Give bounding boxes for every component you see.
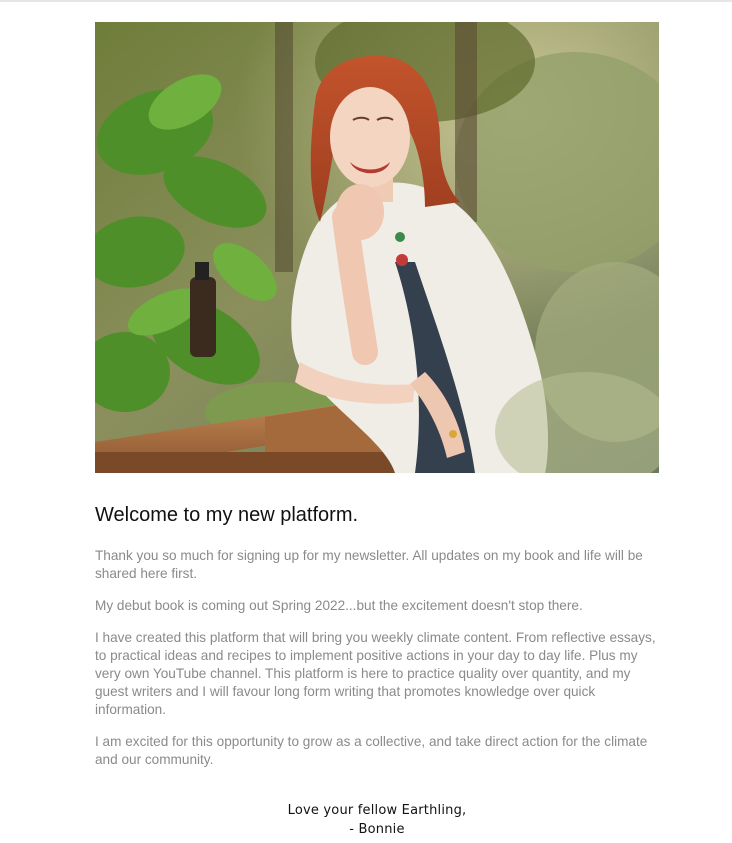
- signoff-line: Love your fellow Earthling,: [287, 803, 467, 818]
- signoff-name: - Bonnie: [349, 822, 405, 837]
- signoff: Love your fellow Earthling, - Bonnie: [95, 801, 659, 839]
- welcome-heading: Welcome to my new platform.: [95, 504, 359, 526]
- email-body: Welcome to my new platform. Thank you so…: [95, 502, 659, 769]
- paragraph-platform-description: I have created this platform that will b…: [95, 630, 656, 717]
- paragraph-community: I am excited for this opportunity to gro…: [95, 734, 648, 767]
- paragraph-book-announcement: My debut book is coming out Spring 2022.…: [95, 598, 583, 613]
- paragraph-signup-thanks: Thank you so much for signing up for my …: [95, 548, 643, 581]
- top-divider: [0, 0, 732, 2]
- hero-image: [95, 22, 659, 473]
